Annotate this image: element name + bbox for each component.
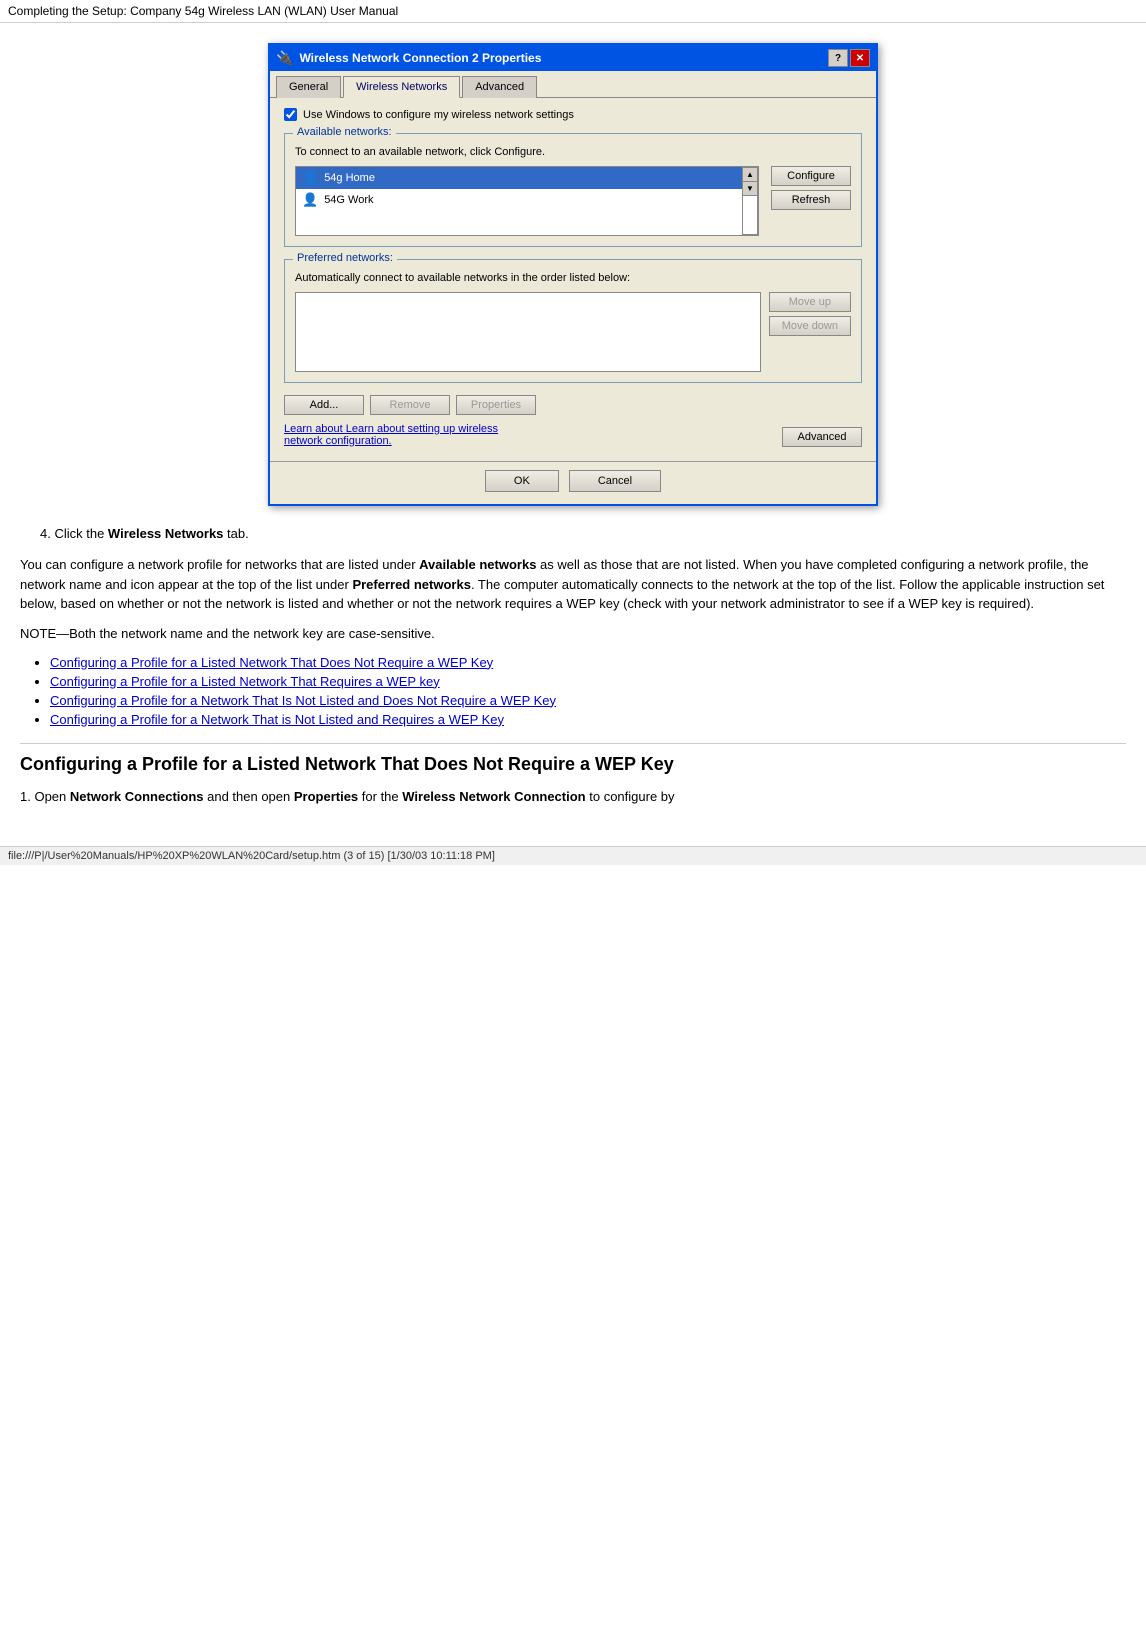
- bullet-list: Configuring a Profile for a Listed Netwo…: [50, 655, 1126, 727]
- available-networks-desc: To connect to an available network, clic…: [295, 146, 851, 158]
- tab-general[interactable]: General: [276, 76, 341, 98]
- step4-bold: Wireless Networks: [108, 526, 224, 541]
- step-1-text: 1. Open Network Connections and then ope…: [20, 787, 1126, 807]
- preferred-networks-label: Preferred networks:: [293, 252, 397, 264]
- use-windows-checkbox-row: Use Windows to configure my wireless net…: [284, 108, 862, 121]
- dialog-titlebar: 🔌 Wireless Network Connection 2 Properti…: [270, 45, 876, 71]
- bottom-action-row: Add... Remove Properties: [284, 395, 862, 415]
- dialog-body: Use Windows to configure my wireless net…: [270, 97, 876, 461]
- status-bar-text: file:///P|/User%20Manuals/HP%20XP%20WLAN…: [8, 850, 495, 862]
- paragraph-1: You can configure a network profile for …: [20, 555, 1126, 614]
- browser-title: Completing the Setup: Company 54g Wirele…: [8, 4, 398, 18]
- network-connections-bold: Network Connections: [70, 789, 204, 804]
- list-item-2: Configuring a Profile for a Listed Netwo…: [50, 674, 1126, 689]
- titlebar-buttons: ? ✕: [828, 49, 870, 67]
- available-networks-section: Available networks: To connect to an ava…: [284, 133, 862, 247]
- preferred-networks-list[interactable]: [295, 292, 761, 372]
- available-networks-list: 👤 54g Home 👤 54G Work ▲ ▼: [295, 166, 759, 236]
- list-item-1: Configuring a Profile for a Listed Netwo…: [50, 655, 1126, 670]
- move-down-button[interactable]: Move down: [769, 316, 851, 336]
- configure-button[interactable]: Configure: [771, 166, 851, 186]
- step-4-text: 4. Click the Wireless Networks tab.: [40, 526, 1126, 541]
- main-content: 🔌 Wireless Network Connection 2 Properti…: [0, 23, 1146, 826]
- use-windows-label: Use Windows to configure my wireless net…: [303, 109, 574, 121]
- cancel-button[interactable]: Cancel: [569, 470, 661, 492]
- available-buttons: Configure Refresh: [771, 166, 851, 210]
- learn-link[interactable]: Learn about Learn about setting up wirel…: [284, 423, 504, 447]
- tab-wireless-networks[interactable]: Wireless Networks: [343, 76, 460, 98]
- list-link-1[interactable]: Configuring a Profile for a Listed Netwo…: [50, 655, 493, 670]
- dialog-container: 🔌 Wireless Network Connection 2 Properti…: [20, 43, 1126, 506]
- network-name-2: 54G Work: [324, 194, 373, 206]
- advanced-button[interactable]: Advanced: [782, 427, 862, 447]
- ok-button[interactable]: OK: [485, 470, 559, 492]
- dialog-title: Wireless Network Connection 2 Properties: [299, 51, 828, 65]
- preferred-desc: Automatically connect to available netwo…: [295, 272, 851, 284]
- refresh-button[interactable]: Refresh: [771, 190, 851, 210]
- preferred-networks-area: Move up Move down: [295, 292, 851, 372]
- dialog-icon: 🔌: [276, 50, 293, 67]
- preferred-networks-section: Preferred networks: Automatically connec…: [284, 259, 862, 383]
- remove-button[interactable]: Remove: [370, 395, 450, 415]
- add-remove-props-row: Add... Remove Properties: [284, 395, 536, 415]
- list-item-4: Configuring a Profile for a Network That…: [50, 712, 1126, 727]
- scroll-up-btn[interactable]: ▲: [743, 168, 757, 182]
- network-name-1: 54g Home: [324, 172, 375, 184]
- network-icon-1: 👤: [302, 170, 318, 186]
- available-networks-label: Available networks:: [293, 126, 396, 138]
- list-link-2[interactable]: Configuring a Profile for a Listed Netwo…: [50, 674, 440, 689]
- preferred-buttons: Move up Move down: [769, 292, 851, 336]
- scroll-down-btn[interactable]: ▼: [743, 182, 757, 196]
- scrollbar[interactable]: ▲ ▼: [742, 167, 758, 235]
- list-item-3: Configuring a Profile for a Network That…: [50, 693, 1126, 708]
- available-networks-row: 👤 54g Home 👤 54G Work ▲ ▼: [295, 166, 851, 236]
- preferred-networks-bold: Preferred networks: [352, 577, 471, 592]
- add-button[interactable]: Add...: [284, 395, 364, 415]
- list-link-3[interactable]: Configuring a Profile for a Network That…: [50, 693, 556, 708]
- network-item-54g-work[interactable]: 👤 54G Work: [296, 189, 742, 211]
- network-list-inner: 👤 54g Home 👤 54G Work: [296, 167, 742, 235]
- use-windows-checkbox[interactable]: [284, 108, 297, 121]
- wireless-network-connection-bold: Wireless Network Connection: [402, 789, 585, 804]
- move-up-button[interactable]: Move up: [769, 292, 851, 312]
- status-bar: file:///P|/User%20Manuals/HP%20XP%20WLAN…: [0, 846, 1146, 865]
- network-item-54g-home[interactable]: 👤 54g Home: [296, 167, 742, 189]
- network-icon-2: 👤: [302, 192, 318, 208]
- available-networks-bold: Available networks: [419, 557, 536, 572]
- list-link-4[interactable]: Configuring a Profile for a Network That…: [50, 712, 504, 727]
- note-text: NOTE—Both the network name and the netwo…: [20, 626, 1126, 641]
- tab-advanced[interactable]: Advanced: [462, 76, 537, 98]
- properties-button[interactable]: Properties: [456, 395, 536, 415]
- page-title: Completing the Setup: Company 54g Wirele…: [0, 0, 1146, 23]
- properties-bold: Properties: [294, 789, 358, 804]
- section-heading: Configuring a Profile for a Listed Netwo…: [20, 743, 1126, 775]
- dialog-window: 🔌 Wireless Network Connection 2 Properti…: [268, 43, 878, 506]
- help-button[interactable]: ?: [828, 49, 848, 67]
- dialog-tabs: General Wireless Networks Advanced: [270, 71, 876, 97]
- dialog-footer: OK Cancel: [270, 461, 876, 504]
- learn-advanced-row: Learn about Learn about setting up wirel…: [284, 423, 862, 447]
- close-button[interactable]: ✕: [850, 49, 870, 67]
